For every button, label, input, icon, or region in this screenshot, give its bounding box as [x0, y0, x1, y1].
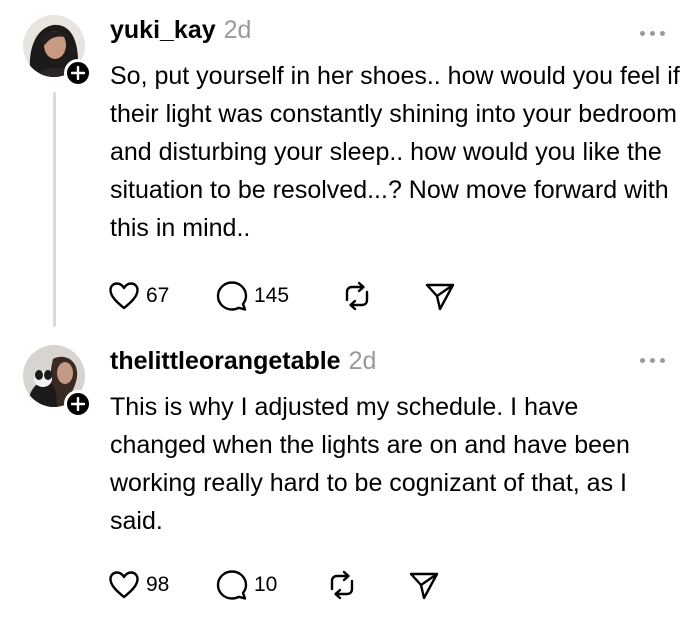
reply-count: 10	[254, 573, 278, 596]
repost-button[interactable]	[326, 568, 358, 602]
comment-bubble-icon	[216, 281, 248, 311]
like-count: 67	[146, 284, 170, 307]
post: thelittleorangetable 2d This is why I ad…	[0, 335, 700, 617]
timestamp: 2d	[348, 347, 377, 375]
thread-line	[53, 92, 56, 327]
username[interactable]: yuki_kay	[110, 16, 216, 45]
like-count: 98	[146, 573, 170, 596]
post-text: So, put yourself in her shoes.. how woul…	[110, 62, 680, 242]
comment-bubble-icon	[216, 570, 248, 600]
share-button[interactable]	[424, 279, 456, 313]
follow-button[interactable]	[64, 59, 92, 87]
like-button[interactable]: 67	[108, 279, 169, 313]
post-header: thelittleorangetable 2d	[110, 347, 376, 376]
send-icon	[409, 572, 439, 600]
timestamp: 2d	[223, 16, 252, 44]
post: yuki_kay 2d So, put yourself in her shoe…	[0, 0, 700, 335]
username[interactable]: thelittleorangetable	[110, 347, 341, 376]
plus-icon	[71, 397, 85, 411]
repost-icon	[345, 281, 369, 311]
reply-button[interactable]: 145	[216, 279, 289, 313]
send-icon	[425, 283, 455, 311]
like-button[interactable]: 98	[108, 568, 169, 602]
repost-button[interactable]	[341, 279, 373, 313]
reply-count: 145	[254, 284, 290, 307]
more-dots-icon[interactable]	[640, 31, 665, 36]
more-dots-icon[interactable]	[640, 358, 665, 363]
repost-icon	[330, 570, 354, 600]
heart-icon	[109, 571, 139, 599]
follow-button[interactable]	[64, 390, 92, 418]
heart-icon	[109, 282, 139, 310]
plus-icon	[71, 66, 85, 80]
reply-button[interactable]: 10	[216, 568, 277, 602]
post-header: yuki_kay 2d	[110, 16, 251, 45]
share-button[interactable]	[408, 568, 440, 602]
post-text: This is why I adjusted my schedule. I ha…	[110, 393, 630, 535]
